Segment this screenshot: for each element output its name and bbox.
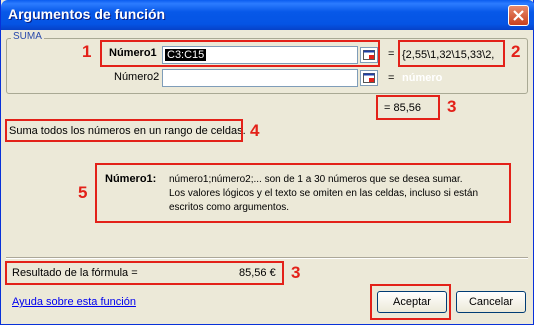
title-bar[interactable]: Argumentos de función xyxy=(1,0,534,30)
annotation-number-2: 2 xyxy=(511,42,521,61)
close-button[interactable] xyxy=(508,5,529,26)
annotation-box-2 xyxy=(398,40,505,67)
function-arguments-dialog: Argumentos de función SUMA Número1 C3:C1… xyxy=(0,0,534,325)
annotation-box-1 xyxy=(100,40,380,67)
annotation-number-3: 3 xyxy=(447,97,457,116)
arg2-collapse-button[interactable] xyxy=(360,70,378,86)
annotation-number-4: 4 xyxy=(250,121,260,140)
cancel-button[interactable]: Cancelar xyxy=(456,291,526,313)
annotation-number-5: 5 xyxy=(78,183,88,202)
window-title: Argumentos de función xyxy=(8,6,166,22)
annotation-box-3 xyxy=(376,95,440,120)
annotation-box-6 xyxy=(5,261,284,285)
annotation-box-5 xyxy=(95,163,511,223)
separator xyxy=(6,257,528,259)
arg2-label: Número2 xyxy=(114,71,160,83)
annotation-box-ok xyxy=(370,284,451,320)
help-link[interactable]: Ayuda sobre esta función xyxy=(12,296,136,308)
arg1-equals: = xyxy=(388,48,395,60)
annotation-number-1: 1 xyxy=(82,42,92,61)
arg2-equals: = xyxy=(388,72,395,84)
arg2-result: número xyxy=(402,72,443,84)
collapse-dialog-icon xyxy=(363,73,375,83)
arg2-input[interactable] xyxy=(162,69,358,87)
close-icon xyxy=(513,10,524,21)
annotation-number-3b: 3 xyxy=(291,263,301,282)
group-title: SUMA xyxy=(11,31,44,42)
annotation-box-4 xyxy=(5,119,243,142)
